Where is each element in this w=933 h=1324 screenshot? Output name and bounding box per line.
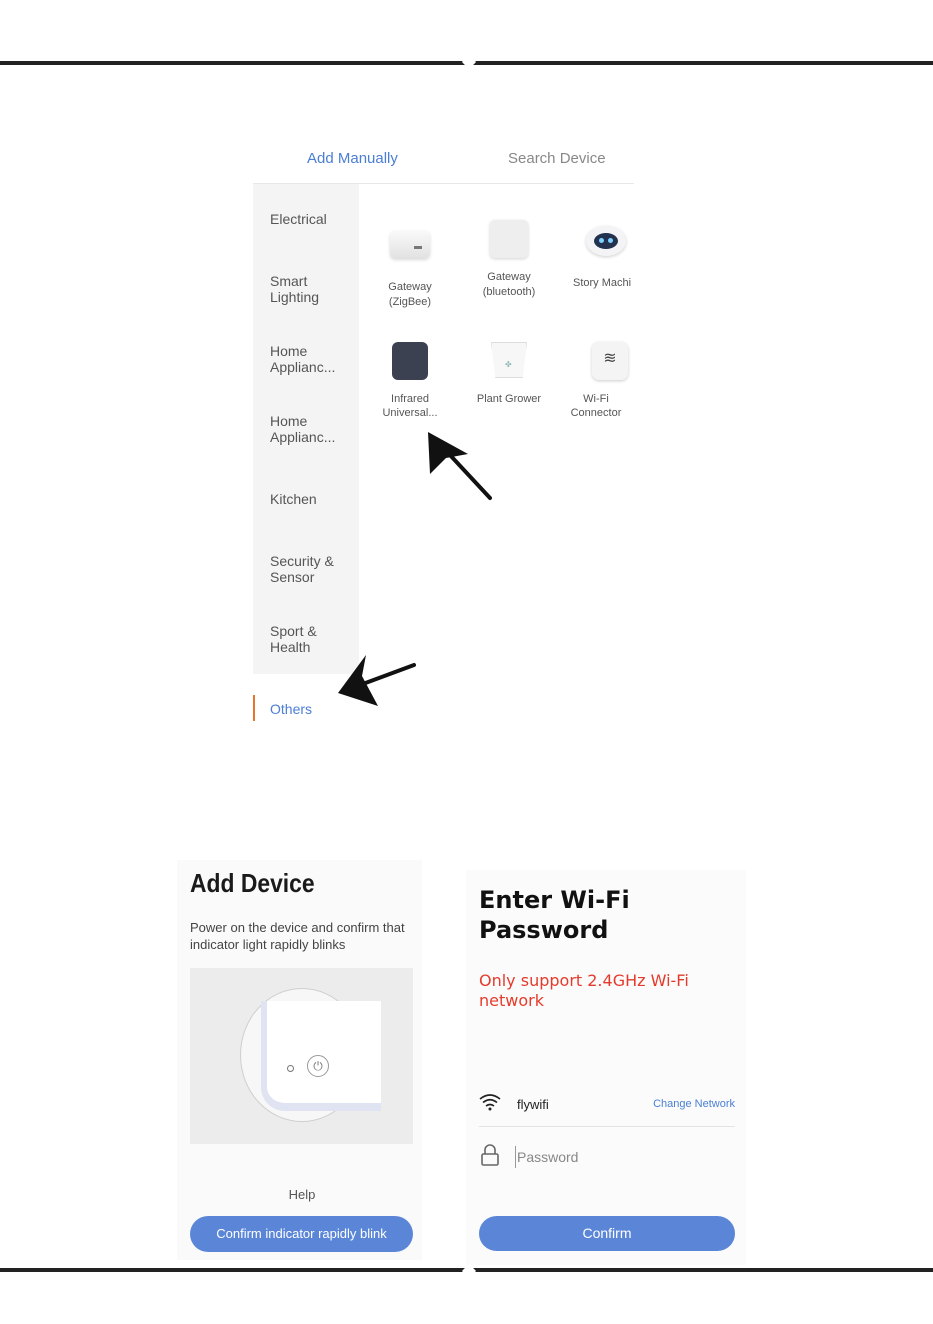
device-label-line2: (ZigBee) bbox=[388, 296, 432, 308]
category-smart-lighting[interactable]: Smart Lighting bbox=[270, 273, 356, 305]
tab-add-manually[interactable]: Add Manually bbox=[307, 150, 398, 167]
category-electrical[interactable]: Electrical bbox=[270, 211, 356, 227]
device-gateway-bluetooth[interactable]: Gateway (bluetooth) bbox=[461, 220, 557, 300]
selected-category-marker bbox=[253, 695, 255, 721]
indicator-light-icon bbox=[287, 1065, 294, 1072]
confirm-blink-button[interactable]: Confirm indicator rapidly blink bbox=[190, 1216, 413, 1252]
category-security-sensor[interactable]: Security & Sensor bbox=[270, 553, 356, 585]
wifi-icon bbox=[479, 1094, 501, 1111]
tab-bar: Add Manually Search Device bbox=[253, 140, 634, 184]
device-label-line1: Infrared bbox=[391, 393, 429, 405]
wifi-password-panel: Enter Wi-Fi Password Only support 2.4GHz… bbox=[466, 870, 746, 1265]
category-home-appliances-2[interactable]: Home Applianc... bbox=[270, 413, 356, 445]
device-infrared-universal[interactable]: Infrared Universal... bbox=[362, 342, 458, 420]
bluetooth-gateway-icon bbox=[490, 220, 528, 258]
wifi-warning-text: Only support 2.4GHz Wi-Fi network bbox=[479, 971, 689, 1010]
device-circle-icon: ⏻ bbox=[240, 988, 381, 1122]
instruction-text: Power on the device and confirm that ind… bbox=[190, 920, 405, 952]
zigbee-gateway-icon bbox=[390, 230, 430, 258]
page-title: Add Device bbox=[190, 868, 315, 898]
network-name: flywifi bbox=[517, 1097, 549, 1112]
lock-icon bbox=[481, 1144, 499, 1166]
device-wifi-connector[interactable]: ≋ Wi-Fi Connector bbox=[558, 342, 634, 420]
device-label-line1: Story Machi bbox=[573, 277, 632, 289]
story-machine-robot-icon bbox=[586, 226, 626, 256]
device-illustration: ⏻ bbox=[190, 968, 413, 1144]
bottom-divider-notch bbox=[461, 1263, 477, 1279]
device-label-line1: Gateway bbox=[388, 281, 432, 293]
device-plant-grower[interactable]: ✤ Plant Grower bbox=[461, 342, 557, 407]
power-button-icon: ⏻ bbox=[307, 1055, 329, 1077]
plant-pot-icon: ✤ bbox=[491, 342, 527, 378]
device-label-line1: Plant Grower bbox=[476, 393, 542, 405]
category-home-appliances-1[interactable]: Home Applianc... bbox=[270, 343, 356, 375]
tab-search-device[interactable]: Search Device bbox=[508, 150, 606, 167]
device-label-line2: (bluetooth) bbox=[482, 286, 536, 298]
confirm-button[interactable]: Confirm bbox=[479, 1216, 735, 1251]
category-others[interactable]: Others bbox=[270, 701, 356, 717]
network-row: flywifi Change Network bbox=[479, 1085, 735, 1127]
password-input[interactable] bbox=[515, 1146, 725, 1168]
wifi-connector-icon: ≋ bbox=[592, 342, 628, 380]
category-kitchen[interactable]: Kitchen bbox=[270, 491, 356, 507]
device-label-line1: Wi-Fi bbox=[583, 393, 609, 405]
page-title: Enter Wi-Fi Password bbox=[479, 886, 630, 944]
password-row bbox=[479, 1140, 735, 1182]
help-link[interactable]: Help bbox=[177, 1187, 427, 1202]
infrared-remote-icon bbox=[392, 342, 428, 380]
device-label-line1: Gateway bbox=[487, 271, 531, 283]
change-network-link[interactable]: Change Network bbox=[653, 1098, 735, 1110]
device-story-machine[interactable]: Story Machi bbox=[558, 220, 634, 291]
category-sport-health[interactable]: Sport & Health bbox=[270, 623, 356, 655]
add-device-screen: Add Manually Search Device Electrical Sm… bbox=[253, 140, 634, 730]
add-device-panel: Add Device Power on the device and confi… bbox=[177, 860, 422, 1260]
device-label-line2: Connector bbox=[570, 407, 622, 419]
device-label-line2: Universal... bbox=[382, 407, 438, 419]
top-divider-notch bbox=[461, 54, 477, 70]
device-gateway-zigbee[interactable]: Gateway (ZigBee) bbox=[362, 220, 458, 310]
